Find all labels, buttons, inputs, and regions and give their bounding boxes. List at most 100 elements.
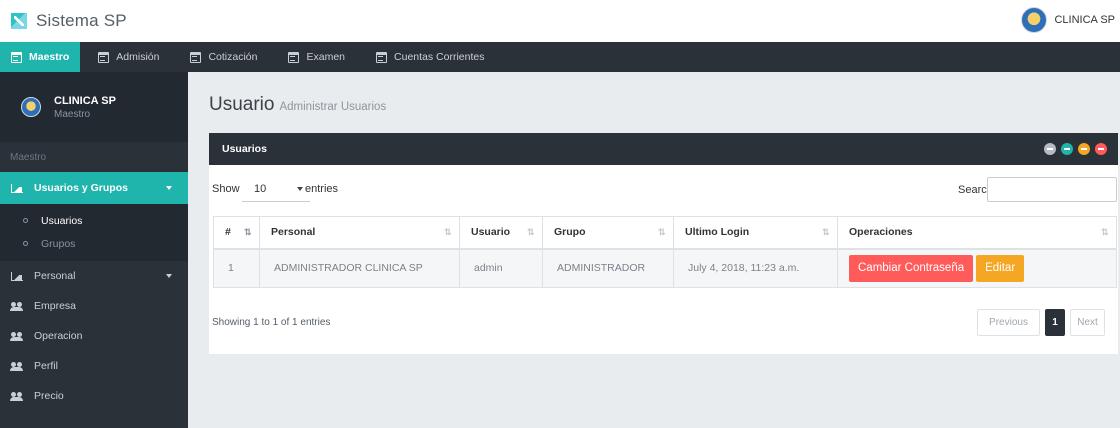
nav-item-cuentas-corrientes[interactable]: Cuentas Corrientes bbox=[359, 42, 498, 72]
sidebar-submenu: Usuarios Grupos bbox=[0, 204, 188, 261]
users-panel: Usuarios Show 10 entries Search: # ⇅ Per… bbox=[209, 133, 1118, 354]
table-row: 1 ADMINISTRADOR CLINICA SP admin ADMINIS… bbox=[213, 248, 1117, 288]
sidebar-item-label: Empresa bbox=[34, 300, 77, 312]
calendar-icon bbox=[288, 51, 300, 63]
nav-item-admision[interactable]: Admisión bbox=[80, 42, 173, 72]
table-info: Showing 1 to 1 of 1 entries bbox=[212, 317, 331, 328]
sidebar-item-label: Grupos bbox=[41, 237, 76, 250]
sidebar-item-label: Usuarios bbox=[41, 214, 83, 227]
circle-icon bbox=[23, 218, 28, 223]
user-menu[interactable]: CLINICA SP bbox=[1021, 7, 1115, 33]
users-icon bbox=[10, 361, 23, 371]
sidebar-item-usuarios[interactable]: Usuarios bbox=[0, 209, 188, 232]
sidebar-item-personal[interactable]: Personal bbox=[0, 261, 188, 291]
sidebar-group-label: Usuarios y Grupos bbox=[34, 182, 128, 194]
chevron-down-icon bbox=[297, 187, 303, 191]
sidebar-item-label: Personal bbox=[34, 270, 76, 282]
nav-item-label: Admisión bbox=[116, 51, 160, 63]
sidebar-group-usuarios-grupos[interactable]: Usuarios y Grupos bbox=[0, 172, 188, 204]
cell-operaciones: Cambiar Contraseña Editar bbox=[837, 248, 1117, 288]
profile-name: CLINICA SP bbox=[54, 94, 116, 107]
entries-length-select[interactable]: 10 bbox=[242, 177, 310, 202]
area-chart-icon bbox=[11, 271, 23, 281]
chevron-down-icon bbox=[166, 274, 172, 278]
page-subtitle: Administrar Usuarios bbox=[279, 101, 387, 113]
top-header: Sistema SP CLINICA SP bbox=[0, 0, 1120, 42]
show-label: Show bbox=[212, 183, 240, 195]
nav-item-examen[interactable]: Examen bbox=[271, 42, 359, 72]
nav-item-maestro[interactable]: Maestro bbox=[0, 42, 81, 72]
sidebar: CLINICA SP Maestro Maestro Usuarios y Gr… bbox=[0, 72, 188, 428]
column-header-ultimo-login[interactable]: Ultimo Login ⇅ bbox=[673, 216, 838, 250]
table-header-row: # ⇅ Personal ⇅ Usuario ⇅ Grupo ⇅ Ultimo … bbox=[213, 216, 1117, 250]
sort-icon: ⇅ bbox=[1101, 227, 1109, 237]
circle-icon bbox=[23, 241, 28, 246]
user-avatar[interactable] bbox=[1021, 7, 1048, 33]
cell-usuario: admin bbox=[459, 248, 543, 288]
cell-grupo: ADMINISTRADOR bbox=[542, 248, 674, 288]
previous-page-button[interactable]: Previous bbox=[977, 309, 1040, 336]
users-icon bbox=[10, 301, 23, 311]
cell-personal: ADMINISTRADOR CLINICA SP bbox=[259, 248, 460, 288]
collapse-tool-icon[interactable] bbox=[1078, 143, 1090, 155]
change-password-button[interactable]: Cambiar Contraseña bbox=[849, 254, 974, 282]
sidebar-item-label: Precio bbox=[34, 390, 64, 402]
calendar-icon bbox=[190, 51, 202, 63]
sidebar-item-empresa[interactable]: Empresa bbox=[0, 291, 188, 321]
nav-item-label: Cotización bbox=[208, 51, 258, 63]
reload-tool-icon[interactable] bbox=[1061, 143, 1073, 155]
sidebar-profile: CLINICA SP Maestro bbox=[0, 72, 188, 142]
main-nav: Maestro Admisión Cotización Examen Cuent… bbox=[0, 42, 1120, 72]
sidebar-item-perfil[interactable]: Perfil bbox=[0, 351, 188, 381]
entries-label: entries bbox=[305, 183, 339, 195]
chevron-down-icon bbox=[166, 186, 172, 190]
entries-length-value: 10 bbox=[254, 183, 267, 195]
profile-role: Maestro bbox=[54, 108, 91, 120]
sort-asc-icon: ⇅ bbox=[244, 227, 252, 237]
calendar-icon bbox=[376, 51, 388, 63]
users-icon bbox=[10, 391, 23, 401]
user-name[interactable]: CLINICA SP bbox=[1054, 14, 1115, 26]
column-header-grupo[interactable]: Grupo ⇅ bbox=[542, 216, 674, 250]
refresh-tool-icon[interactable] bbox=[1044, 143, 1056, 155]
sidebar-item-operacion[interactable]: Operacion bbox=[0, 321, 188, 351]
nav-item-label: Maestro bbox=[29, 51, 70, 63]
sidebar-item-label: Perfil bbox=[34, 360, 58, 372]
panel-tools bbox=[1039, 143, 1107, 155]
panel-header: Usuarios bbox=[209, 133, 1118, 165]
nav-item-cotizacion[interactable]: Cotización bbox=[173, 42, 271, 72]
nav-item-label: Examen bbox=[306, 51, 346, 63]
users-table: # ⇅ Personal ⇅ Usuario ⇅ Grupo ⇅ Ultimo … bbox=[213, 216, 1117, 288]
search-input[interactable] bbox=[987, 177, 1117, 202]
sort-icon: ⇅ bbox=[527, 227, 535, 237]
table-controls: Show 10 entries Search: bbox=[209, 165, 1118, 215]
area-chart-icon bbox=[11, 183, 23, 193]
column-header-personal[interactable]: Personal ⇅ bbox=[259, 216, 460, 250]
app-logo-icon[interactable] bbox=[11, 13, 27, 29]
sidebar-section-label: Maestro bbox=[0, 142, 188, 172]
column-header-num[interactable]: # ⇅ bbox=[213, 216, 260, 250]
edit-button[interactable]: Editar bbox=[976, 254, 1025, 282]
pagination: Previous 1 Next bbox=[977, 309, 1105, 336]
sidebar-item-grupos[interactable]: Grupos bbox=[0, 232, 188, 255]
sidebar-item-label: Operacion bbox=[34, 330, 83, 342]
close-tool-icon[interactable] bbox=[1095, 143, 1107, 155]
sort-icon: ⇅ bbox=[822, 227, 830, 237]
app-title[interactable]: Sistema SP bbox=[36, 11, 127, 31]
sort-icon: ⇅ bbox=[658, 227, 666, 237]
cell-num: 1 bbox=[213, 248, 260, 288]
next-page-button[interactable]: Next bbox=[1070, 309, 1105, 336]
page-header: Usuario Administrar Usuarios bbox=[209, 94, 386, 116]
page-1-button[interactable]: 1 bbox=[1045, 309, 1065, 336]
page-title: Usuario bbox=[209, 94, 275, 115]
calendar-icon bbox=[11, 51, 22, 63]
nav-item-label: Cuentas Corrientes bbox=[394, 51, 485, 63]
profile-avatar bbox=[21, 97, 41, 117]
sidebar-item-precio[interactable]: Precio bbox=[0, 381, 188, 411]
panel-title: Usuarios bbox=[222, 143, 267, 155]
column-header-usuario[interactable]: Usuario ⇅ bbox=[459, 216, 543, 250]
cell-ultimo-login: July 4, 2018, 11:23 a.m. bbox=[673, 248, 838, 288]
calendar-icon bbox=[98, 51, 110, 63]
column-header-operaciones[interactable]: Operaciones ⇅ bbox=[837, 216, 1117, 250]
sort-icon: ⇅ bbox=[444, 227, 452, 237]
